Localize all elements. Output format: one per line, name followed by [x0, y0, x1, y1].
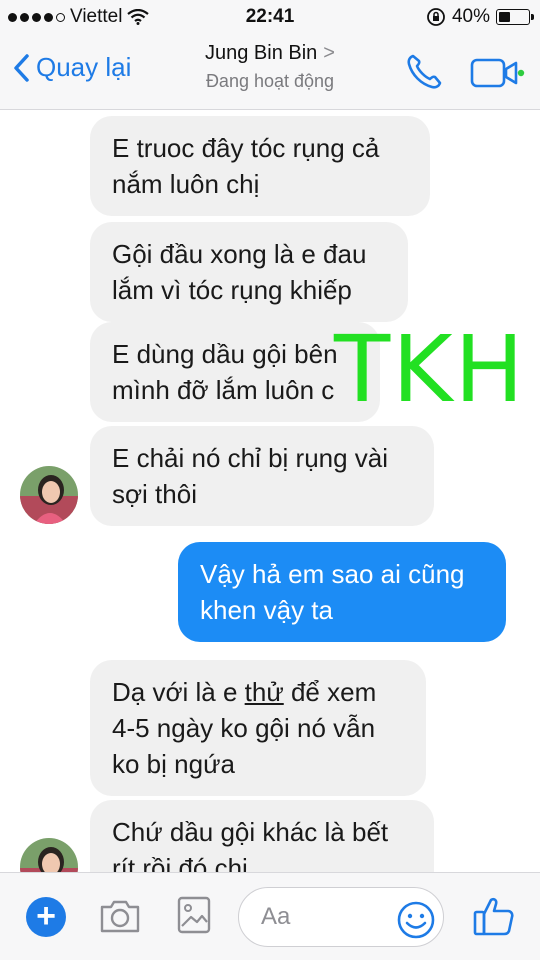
contact-title[interactable]: Jung Bin Bin > Đang hoạt động	[0, 42, 540, 92]
plus-icon[interactable]: +	[26, 897, 66, 937]
lock-rotation-icon	[427, 8, 445, 26]
battery-percent: 40%	[451, 6, 490, 27]
message-bubble-outgoing[interactable]: Vậy hả em sao ai cũng khen vậy ta	[178, 542, 506, 642]
camera-icon[interactable]	[98, 897, 142, 935]
video-icon[interactable]	[470, 56, 526, 90]
avatar[interactable]	[20, 466, 78, 524]
emoji-icon[interactable]	[396, 900, 436, 940]
message-line: lắm vì tóc rụng khiếp	[112, 275, 352, 305]
avatar[interactable]	[20, 838, 78, 872]
message-line: sợi thôi	[112, 479, 197, 509]
message-line: Chứ dầu gội khác là bết	[112, 817, 389, 847]
message-bubble-incoming[interactable]: E truoc đây tóc rụng cả nắm luôn chị	[90, 116, 430, 216]
message-list[interactable]: E truoc đây tóc rụng cả nắm luôn chị Gội…	[0, 110, 540, 872]
message-line: khen vậy ta	[200, 595, 333, 625]
contact-name: Jung Bin Bin	[205, 42, 318, 64]
message-line: 4-5 ngày ko gội nó vẫn	[112, 713, 376, 743]
message-line: E dùng dầu gội bên	[112, 339, 338, 369]
message-bubble-incoming[interactable]: Gội đầu xong là e đau lắm vì tóc rụng kh…	[90, 222, 408, 322]
message-line: E chải nó chỉ bị rụng vài	[112, 443, 389, 473]
composer-bar: +	[0, 872, 540, 960]
message-bubble-incoming[interactable]: E chải nó chỉ bị rụng vài sợi thôi	[90, 426, 434, 526]
battery-icon	[496, 9, 534, 25]
message-line: Gội đầu xong là e đau	[112, 239, 367, 269]
message-line: E truoc đây tóc rụng cả	[112, 133, 380, 163]
status-bar: Viettel 22:41 40%	[0, 0, 540, 34]
watermark-text: TKH	[334, 316, 526, 423]
message-line: Dạ với là e thử để xem	[112, 677, 377, 707]
chevron-right-icon: >	[323, 42, 335, 64]
phone-icon[interactable]	[404, 52, 444, 92]
message-line: Vậy hả em sao ai cũng	[200, 559, 465, 589]
conversation-header: Quay lại Jung Bin Bin > Đang hoạt động	[0, 34, 540, 110]
message-line: rít rồi đó chị	[112, 853, 248, 872]
message-line: mình đỡ lắm luôn c	[112, 375, 335, 405]
thumbs-up-icon[interactable]	[472, 894, 516, 938]
message-line: ko bị ngứa	[112, 749, 235, 779]
message-line: nắm luôn chị	[112, 169, 260, 199]
status-right: 40%	[426, 6, 534, 28]
message-bubble-incoming[interactable]: Chứ dầu gội khác là bết rít rồi đó chị	[90, 800, 434, 872]
image-icon[interactable]	[176, 895, 212, 935]
contact-status: Đang hoạt động	[205, 71, 335, 91]
message-bubble-incoming[interactable]: Dạ với là e thử để xem 4-5 ngày ko gội n…	[90, 660, 426, 796]
message-input[interactable]	[261, 900, 391, 934]
